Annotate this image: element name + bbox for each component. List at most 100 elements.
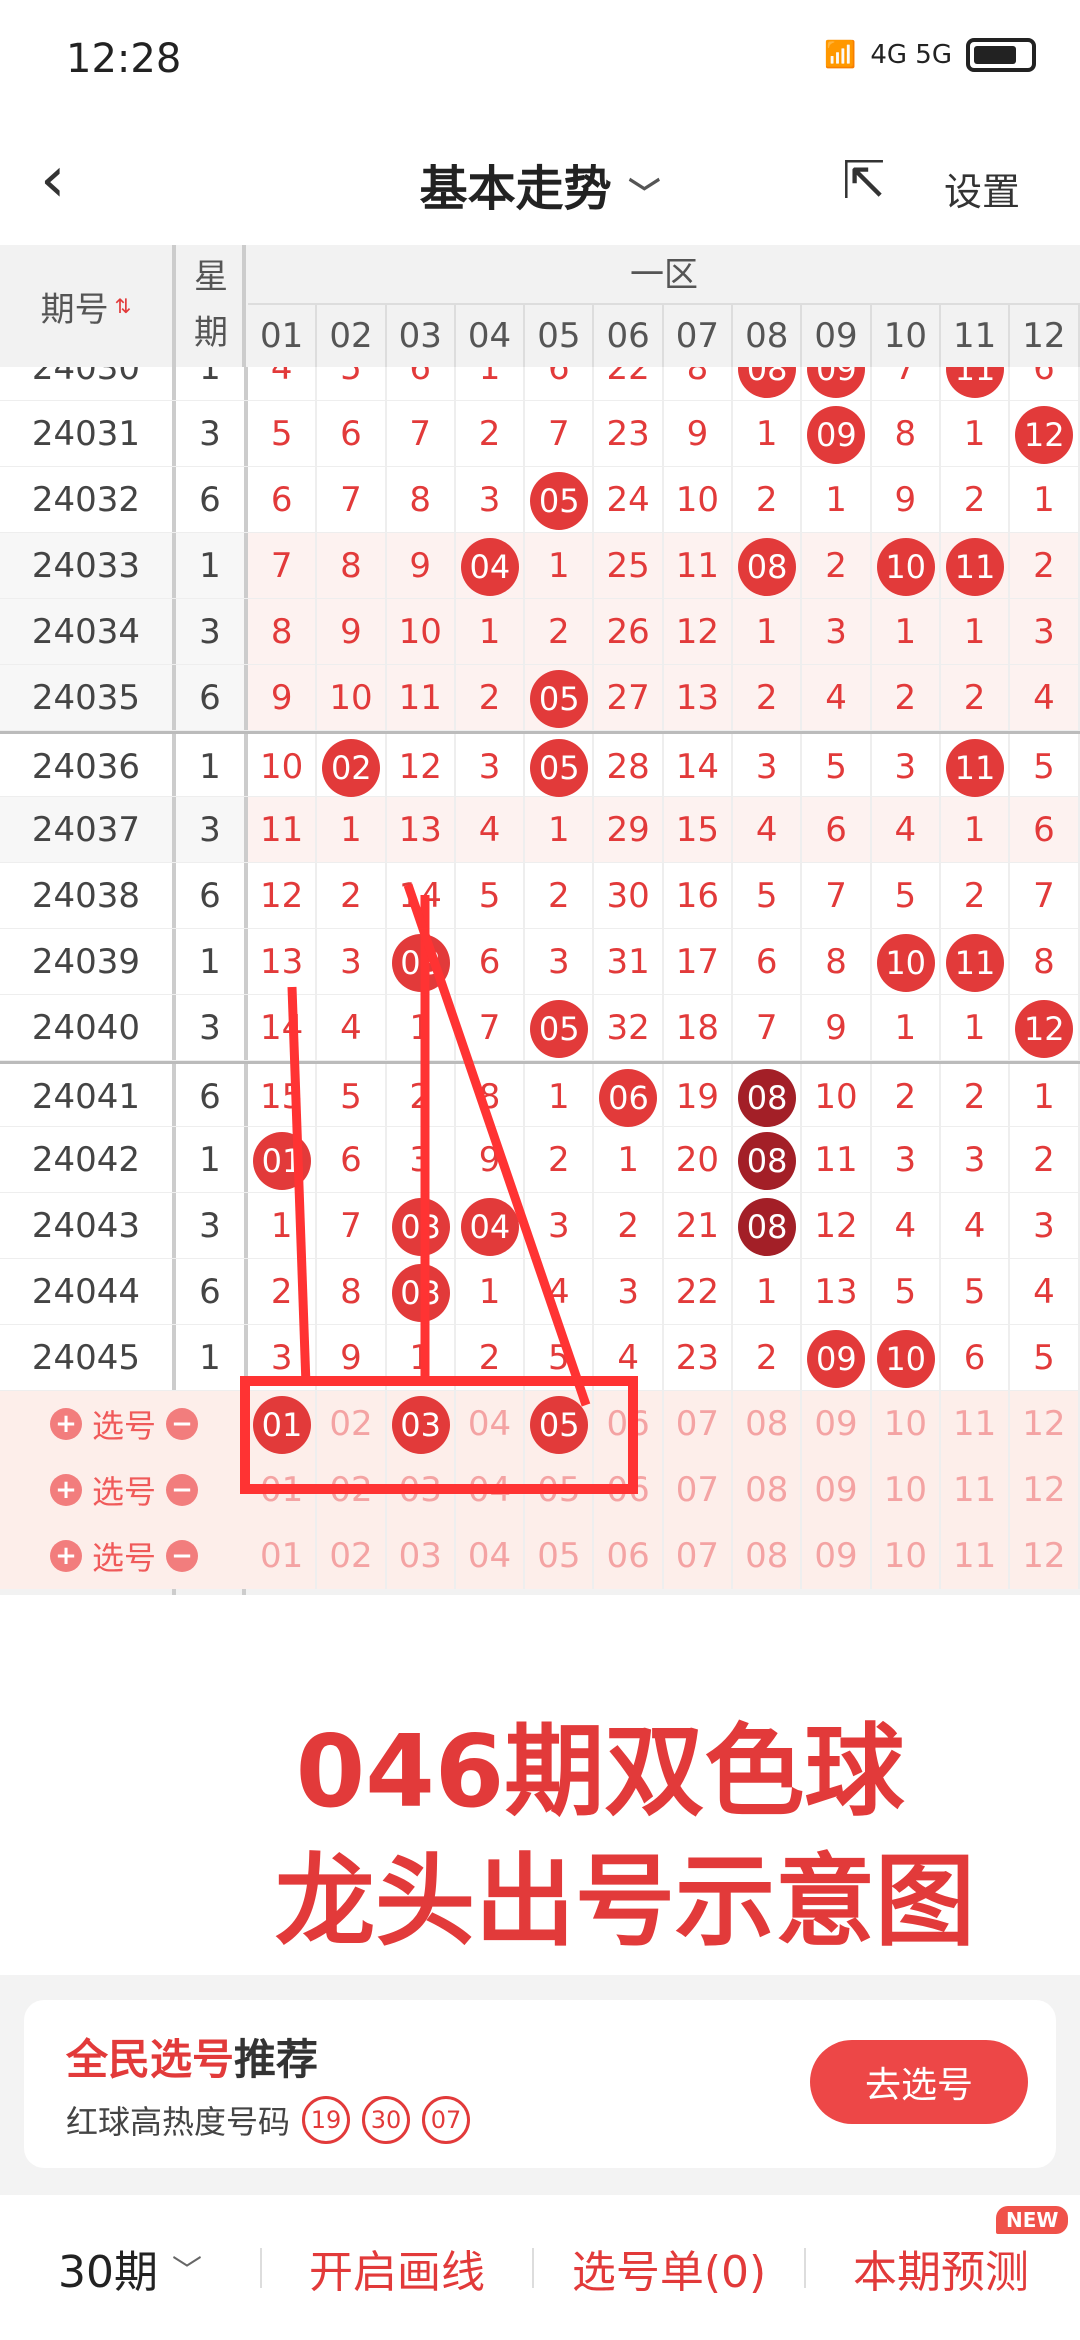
number-cell[interactable]: 05 <box>525 734 595 797</box>
number-cell[interactable]: 09 <box>802 1391 872 1457</box>
number-cell[interactable]: 3 <box>872 1127 941 1192</box>
number-cell[interactable]: 9 <box>248 665 318 730</box>
number-cell[interactable]: 3 <box>1010 1193 1080 1258</box>
number-cell[interactable]: 1 <box>941 995 1011 1060</box>
number-cell[interactable]: 2 <box>456 401 526 466</box>
number-cell[interactable]: 3 <box>941 1127 1011 1192</box>
number-cell[interactable]: 9 <box>387 533 456 598</box>
number-cell[interactable]: 4 <box>525 1259 595 1324</box>
number-cell[interactable]: 6 <box>248 467 318 532</box>
plus-icon[interactable]: + <box>49 1540 82 1572</box>
number-cell[interactable]: 1 <box>1010 1064 1080 1126</box>
number-cell[interactable]: 8 <box>456 1064 526 1126</box>
number-cell[interactable]: 8 <box>872 401 941 466</box>
number-cell[interactable]: 3 <box>317 929 387 994</box>
number-cell[interactable]: 04 <box>456 1193 526 1258</box>
number-cell[interactable]: 16 <box>664 863 734 928</box>
number-cell[interactable]: 1 <box>525 1064 595 1126</box>
number-cell[interactable]: 8 <box>802 929 872 994</box>
number-cell[interactable]: 2 <box>456 665 526 730</box>
number-cell[interactable]: 1 <box>525 797 595 862</box>
page-title[interactable]: 基本走势 ﹀ <box>0 149 1080 219</box>
number-cell[interactable]: 2 <box>248 1259 318 1324</box>
number-cell[interactable]: 2 <box>525 863 595 928</box>
number-cell[interactable]: 8 <box>317 533 387 598</box>
number-cell[interactable]: 2 <box>733 1325 803 1390</box>
number-cell[interactable]: 5 <box>802 734 872 796</box>
number-cell[interactable]: 7 <box>456 995 526 1060</box>
number-cell[interactable]: 10 <box>872 929 941 994</box>
number-cell[interactable]: 2 <box>317 863 387 928</box>
number-cell[interactable]: 11 <box>941 929 1011 994</box>
number-cell[interactable]: 08 <box>733 1523 803 1589</box>
number-cell[interactable]: 02 <box>317 1391 387 1457</box>
number-cell[interactable]: 3 <box>456 734 526 796</box>
number-cell[interactable]: 7 <box>317 1193 387 1258</box>
number-cell[interactable]: 10 <box>872 1523 941 1589</box>
number-cell[interactable]: 4 <box>733 797 803 862</box>
number-cell[interactable]: 7 <box>248 533 318 598</box>
number-cell[interactable]: 7 <box>1010 863 1080 928</box>
minus-icon[interactable]: − <box>166 1408 198 1440</box>
number-cell[interactable]: 08 <box>733 1457 803 1523</box>
number-cell[interactable]: 10 <box>872 1457 941 1523</box>
number-cell[interactable]: 02 <box>317 1457 387 1523</box>
number-cell[interactable]: 13 <box>387 797 456 862</box>
number-cell[interactable]: 4 <box>1010 1259 1080 1324</box>
number-cell[interactable]: 8 <box>387 467 456 532</box>
number-cell[interactable]: 12 <box>1010 401 1080 466</box>
number-cell[interactable]: 08 <box>733 1193 803 1258</box>
number-cell[interactable]: 15 <box>664 797 734 862</box>
number-cell[interactable]: 3 <box>733 734 803 796</box>
number-cell[interactable]: 2 <box>941 665 1011 730</box>
number-cell[interactable]: 08 <box>733 1127 803 1192</box>
number-cell[interactable]: 05 <box>525 1457 595 1523</box>
number-cell[interactable]: 3 <box>1010 599 1080 664</box>
number-cell[interactable]: 2 <box>525 1127 595 1192</box>
number-cell[interactable]: 14 <box>664 734 734 796</box>
number-cell[interactable]: 8 <box>1010 929 1080 994</box>
number-cell[interactable]: 2 <box>1010 533 1080 598</box>
number-cell[interactable]: 02 <box>317 1523 387 1589</box>
number-cell[interactable]: 3 <box>525 1193 595 1258</box>
number-cell[interactable]: 2 <box>594 1193 664 1258</box>
number-cell[interactable]: 11 <box>664 533 734 598</box>
number-cell[interactable]: 14 <box>248 995 318 1060</box>
number-cell[interactable]: 03 <box>387 1523 456 1589</box>
number-cell[interactable]: 05 <box>525 467 595 532</box>
number-cell[interactable]: 1 <box>456 1259 526 1324</box>
number-cell[interactable]: 25 <box>594 533 664 598</box>
number-cell[interactable]: 7 <box>525 401 595 466</box>
number-cell[interactable]: 07 <box>664 1523 734 1589</box>
number-cell[interactable]: 11 <box>941 1391 1011 1457</box>
number-cell[interactable]: 1 <box>802 467 872 532</box>
number-cell[interactable]: 1 <box>872 995 941 1060</box>
number-cell[interactable]: 2 <box>733 665 803 730</box>
number-cell[interactable]: 5 <box>1010 734 1080 796</box>
number-cell[interactable]: 18 <box>664 995 734 1060</box>
number-cell[interactable]: 2 <box>1010 1127 1080 1192</box>
number-cell[interactable]: 1 <box>317 797 387 862</box>
number-cell[interactable]: 6 <box>317 401 387 466</box>
number-cell[interactable]: 08 <box>733 533 803 598</box>
number-cell[interactable]: 1 <box>387 995 456 1060</box>
number-cell[interactable]: 10 <box>872 1325 941 1390</box>
number-cell[interactable]: 1 <box>941 401 1011 466</box>
period-header[interactable]: 期号 ⇅ <box>0 245 176 367</box>
number-cell[interactable]: 21 <box>664 1193 734 1258</box>
number-cell[interactable]: 2 <box>872 1064 941 1126</box>
plus-icon[interactable]: + <box>49 1474 82 1506</box>
number-cell[interactable]: 5 <box>525 1325 595 1390</box>
number-cell[interactable]: 12 <box>664 599 734 664</box>
number-cell[interactable]: 06 <box>594 1391 664 1457</box>
prediction-button[interactable]: 本期预测 <box>806 2236 1076 2300</box>
number-cell[interactable]: 12 <box>1010 1523 1080 1589</box>
number-cell[interactable]: 03 <box>387 1193 456 1258</box>
number-cell[interactable]: 4 <box>802 665 872 730</box>
number-cell[interactable]: 9 <box>872 467 941 532</box>
number-cell[interactable]: 12 <box>1010 1391 1080 1457</box>
number-cell[interactable]: 09 <box>802 401 872 466</box>
number-cell[interactable]: 04 <box>456 1457 526 1523</box>
number-cell[interactable]: 2 <box>872 665 941 730</box>
number-cell[interactable]: 3 <box>456 467 526 532</box>
